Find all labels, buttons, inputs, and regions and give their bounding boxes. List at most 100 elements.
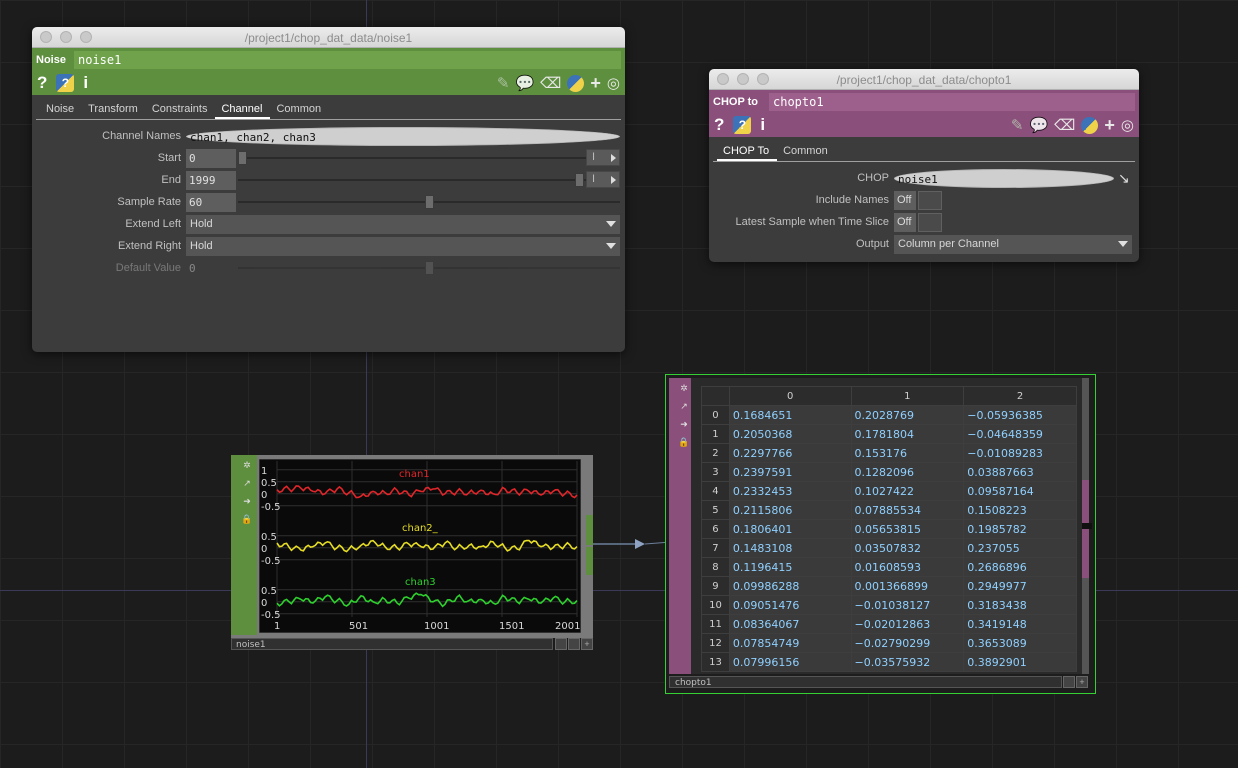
extend-left-label: Extend Left: [125, 218, 181, 230]
window-titlebar[interactable]: /project1/chop_dat_data/noise1: [32, 27, 625, 48]
channel-names-field[interactable]: chan1, chan2, chan3: [186, 126, 620, 146]
end-unit-button[interactable]: I: [586, 171, 620, 188]
table-row: 9 0.09986288 0.001366899 0.2949977: [701, 576, 1077, 596]
pencil-icon[interactable]: ✎: [497, 74, 510, 92]
column-header: 1: [850, 386, 965, 406]
bypass-icon[interactable]: ➜: [677, 417, 691, 431]
output-menu[interactable]: Column per Channel: [894, 234, 1132, 254]
node-flag-button[interactable]: [555, 638, 567, 650]
include-names-label: Include Names: [815, 194, 889, 206]
op-type-label: Noise: [36, 53, 66, 66]
python-help-icon[interactable]: ?: [733, 116, 752, 134]
comment-icon[interactable]: 💬: [515, 74, 534, 92]
parameter-tabs: Noise Transform Constraints Channel Comm…: [36, 95, 621, 120]
node-flag-button[interactable]: [1063, 676, 1075, 688]
start-unit-button[interactable]: I: [586, 149, 620, 166]
eraser-icon[interactable]: ⌫: [540, 74, 561, 92]
sample-rate-slider-knob[interactable]: [425, 195, 434, 209]
comment-icon[interactable]: 💬: [1029, 116, 1048, 134]
sample-rate-label: Sample Rate: [117, 196, 181, 208]
x-tick-label: 1501: [499, 621, 524, 632]
tab-chop-to[interactable]: CHOP To: [717, 143, 778, 161]
include-names-toggle[interactable]: Off: [894, 190, 942, 210]
arrow-select-icon[interactable]: ↘: [1118, 170, 1130, 187]
y-tick-label: 0: [261, 598, 267, 609]
chopto1-node[interactable]: ✲ ↗ ➜ 🔒 0 1 2 0 0.1684651 0.2028769 −0.0593…: [665, 374, 1096, 694]
lock-icon[interactable]: 🔒: [677, 435, 691, 449]
op-name-field[interactable]: noise1: [74, 50, 621, 69]
sample-rate-field[interactable]: 60: [186, 192, 236, 212]
end-field[interactable]: 1999: [186, 170, 236, 190]
y-tick-label: 0: [261, 544, 267, 555]
latest-sample-toggle[interactable]: Off: [894, 212, 942, 232]
chop-field[interactable]: noise1: [894, 168, 1114, 188]
chevron-down-icon: [606, 242, 616, 249]
tab-common[interactable]: Common: [270, 101, 329, 119]
python-icon[interactable]: [567, 74, 585, 92]
window-title: /project1/chop_dat_data/noise1: [244, 31, 413, 45]
extend-left-menu[interactable]: Hold: [186, 214, 620, 234]
output-connector-lower[interactable]: [586, 547, 593, 575]
python-icon[interactable]: [1081, 116, 1099, 134]
node-flag-button[interactable]: [568, 638, 580, 650]
lock-icon[interactable]: 🔒: [240, 512, 254, 526]
table-row: 10 0.09051476 −0.01038127 0.3183438: [701, 595, 1077, 615]
table-row: 5 0.2115806 0.07885534 0.1508223: [701, 500, 1077, 520]
pencil-icon[interactable]: ✎: [1011, 116, 1024, 134]
add-icon[interactable]: +: [1104, 115, 1115, 136]
tab-constraints[interactable]: Constraints: [146, 101, 216, 119]
table-row: 3 0.2397591 0.1282096 0.03887663: [701, 462, 1077, 482]
y-tick-label: -0.5: [261, 610, 281, 621]
end-slider-knob[interactable]: [575, 173, 584, 187]
info-icon[interactable]: i: [83, 73, 88, 93]
eraser-icon[interactable]: ⌫: [1054, 116, 1075, 134]
node-expand-button[interactable]: +: [581, 638, 593, 650]
tab-noise[interactable]: Noise: [40, 101, 82, 119]
extend-right-label: Extend Right: [118, 240, 181, 252]
cook-icon[interactable]: ↗: [677, 399, 691, 413]
input-connector[interactable]: [1082, 523, 1092, 529]
python-help-icon[interactable]: ?: [56, 74, 75, 92]
channel-label: chan3: [405, 577, 436, 588]
target-icon[interactable]: ◎: [1121, 116, 1134, 134]
viewer-active-icon[interactable]: ✲: [677, 381, 691, 395]
viewer-active-icon[interactable]: ✲: [240, 458, 254, 472]
node-expand-button[interactable]: +: [1076, 676, 1088, 688]
tab-transform[interactable]: Transform: [82, 101, 146, 119]
output-label: Output: [855, 238, 889, 250]
chevron-down-icon: [1118, 240, 1128, 247]
default-value-slider-knob[interactable]: [425, 261, 434, 275]
start-field[interactable]: 0: [186, 148, 236, 168]
chop-label: CHOP: [857, 172, 889, 184]
end-slider[interactable]: [238, 179, 586, 181]
y-tick-label: 0.5: [261, 478, 277, 489]
x-tick-label: 2001: [555, 621, 580, 632]
x-tick-label: 501: [349, 621, 368, 632]
tab-channel[interactable]: Channel: [215, 101, 271, 119]
window-titlebar[interactable]: /project1/chop_dat_data/chopto1: [709, 69, 1139, 90]
help-icon[interactable]: ?: [37, 73, 47, 93]
node-viewer-strip: ✲ ↗ ➜ 🔒: [669, 378, 691, 674]
info-icon[interactable]: i: [760, 115, 765, 135]
channel-label: chan1: [399, 469, 430, 480]
y-tick-label: -0.5: [261, 502, 281, 513]
chopto-parameter-window: /project1/chop_dat_data/chopto1 CHOP to …: [709, 69, 1139, 262]
noise1-node[interactable]: ✲ ↗ ➜ 🔒 1 501 1001 1501 2001 1 0.5 0 -0.5 chan1 0.…: [231, 455, 593, 651]
node-name-label[interactable]: noise1: [233, 640, 269, 650]
bypass-icon[interactable]: ➜: [240, 494, 254, 508]
scrollbar-thumb[interactable]: [1082, 480, 1089, 578]
tab-common[interactable]: Common: [777, 143, 836, 161]
cook-icon[interactable]: ↗: [240, 476, 254, 490]
output-connector[interactable]: [586, 515, 593, 545]
y-tick-label: 0.5: [261, 586, 277, 597]
help-icon[interactable]: ?: [714, 115, 724, 135]
add-icon[interactable]: +: [590, 73, 601, 94]
target-icon[interactable]: ◎: [607, 74, 620, 92]
start-slider-knob[interactable]: [238, 151, 247, 165]
start-slider[interactable]: [238, 157, 586, 159]
node-name-label[interactable]: chopto1: [672, 678, 715, 688]
start-label: Start: [157, 152, 181, 164]
extend-right-menu[interactable]: Hold: [186, 236, 620, 256]
op-name-field[interactable]: chopto1: [769, 92, 1135, 111]
default-value-field[interactable]: 0: [186, 259, 236, 278]
